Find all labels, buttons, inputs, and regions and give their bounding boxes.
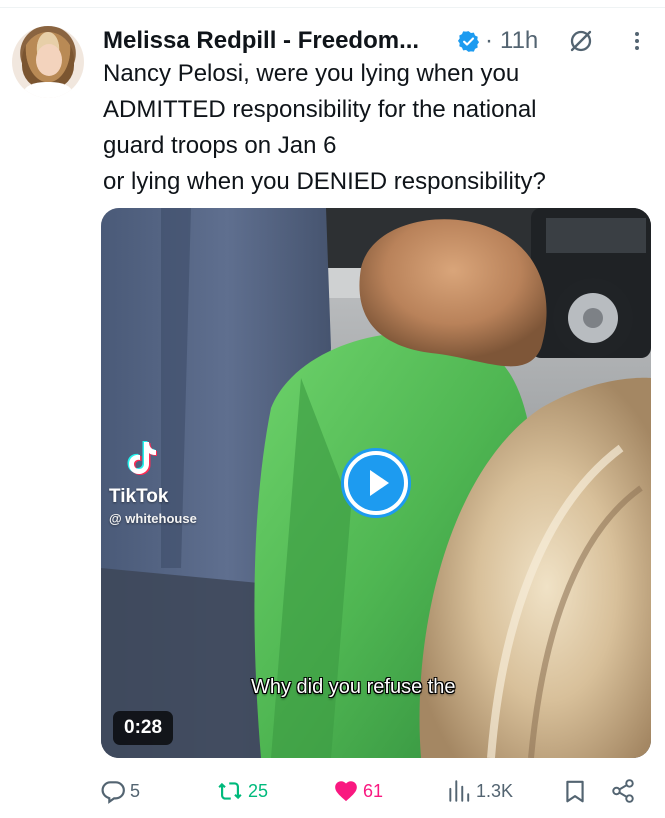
verified-badge-icon[interactable] bbox=[457, 30, 480, 53]
grok-icon[interactable] bbox=[567, 27, 595, 55]
avatar-face bbox=[36, 44, 62, 76]
tweet-actions: 5 25 61 1.3K bbox=[100, 775, 650, 807]
tweet-text-line: guard troops on Jan 6 bbox=[103, 132, 337, 159]
reply-count: 5 bbox=[130, 781, 141, 801]
tiktok-watermark-label: TikTok bbox=[109, 486, 169, 507]
play-button[interactable] bbox=[341, 448, 411, 518]
share-icon bbox=[612, 779, 634, 803]
heart-icon bbox=[335, 781, 357, 802]
tweet-header: Melissa Redpill - Freedom... · 11h bbox=[103, 26, 648, 56]
tiktok-watermark-handle: @ whitehouse bbox=[109, 511, 197, 526]
video-caption: Why did you refuse the bbox=[251, 676, 456, 698]
header-separator: · bbox=[485, 27, 493, 54]
views-count: 1.3K bbox=[476, 781, 514, 801]
tiktok-logo-icon bbox=[127, 441, 157, 475]
bookmark-icon bbox=[566, 780, 584, 803]
tweet-text-line: ADMITTED responsibility for the national bbox=[103, 96, 537, 123]
avatar-shirt bbox=[24, 82, 72, 98]
repost-icon bbox=[218, 782, 242, 800]
tweet[interactable]: Melissa Redpill - Freedom... · 11h Nancy… bbox=[0, 0, 665, 818]
tweet-text-line: Nancy Pelosi, were you lying when you bbox=[103, 60, 520, 87]
avatar[interactable] bbox=[12, 26, 84, 98]
tweet-text: Nancy Pelosi, were you lying when you AD… bbox=[103, 56, 643, 200]
tweet-timestamp[interactable]: 11h bbox=[500, 26, 538, 56]
play-icon bbox=[370, 470, 389, 496]
video-player[interactable]: TikTok @ whitehouse Why did you refuse t… bbox=[101, 208, 651, 758]
reply-icon bbox=[101, 781, 125, 804]
like-count: 61 bbox=[363, 781, 384, 801]
more-options-icon[interactable] bbox=[625, 28, 649, 54]
repost-count: 25 bbox=[248, 781, 269, 801]
author-display-name[interactable]: Melissa Redpill - Freedom... bbox=[103, 26, 419, 56]
video-duration-badge: 0:28 bbox=[113, 711, 174, 745]
tweet-text-line: or lying when you DENIED responsibility? bbox=[103, 168, 546, 195]
views-chart-icon bbox=[449, 780, 470, 802]
